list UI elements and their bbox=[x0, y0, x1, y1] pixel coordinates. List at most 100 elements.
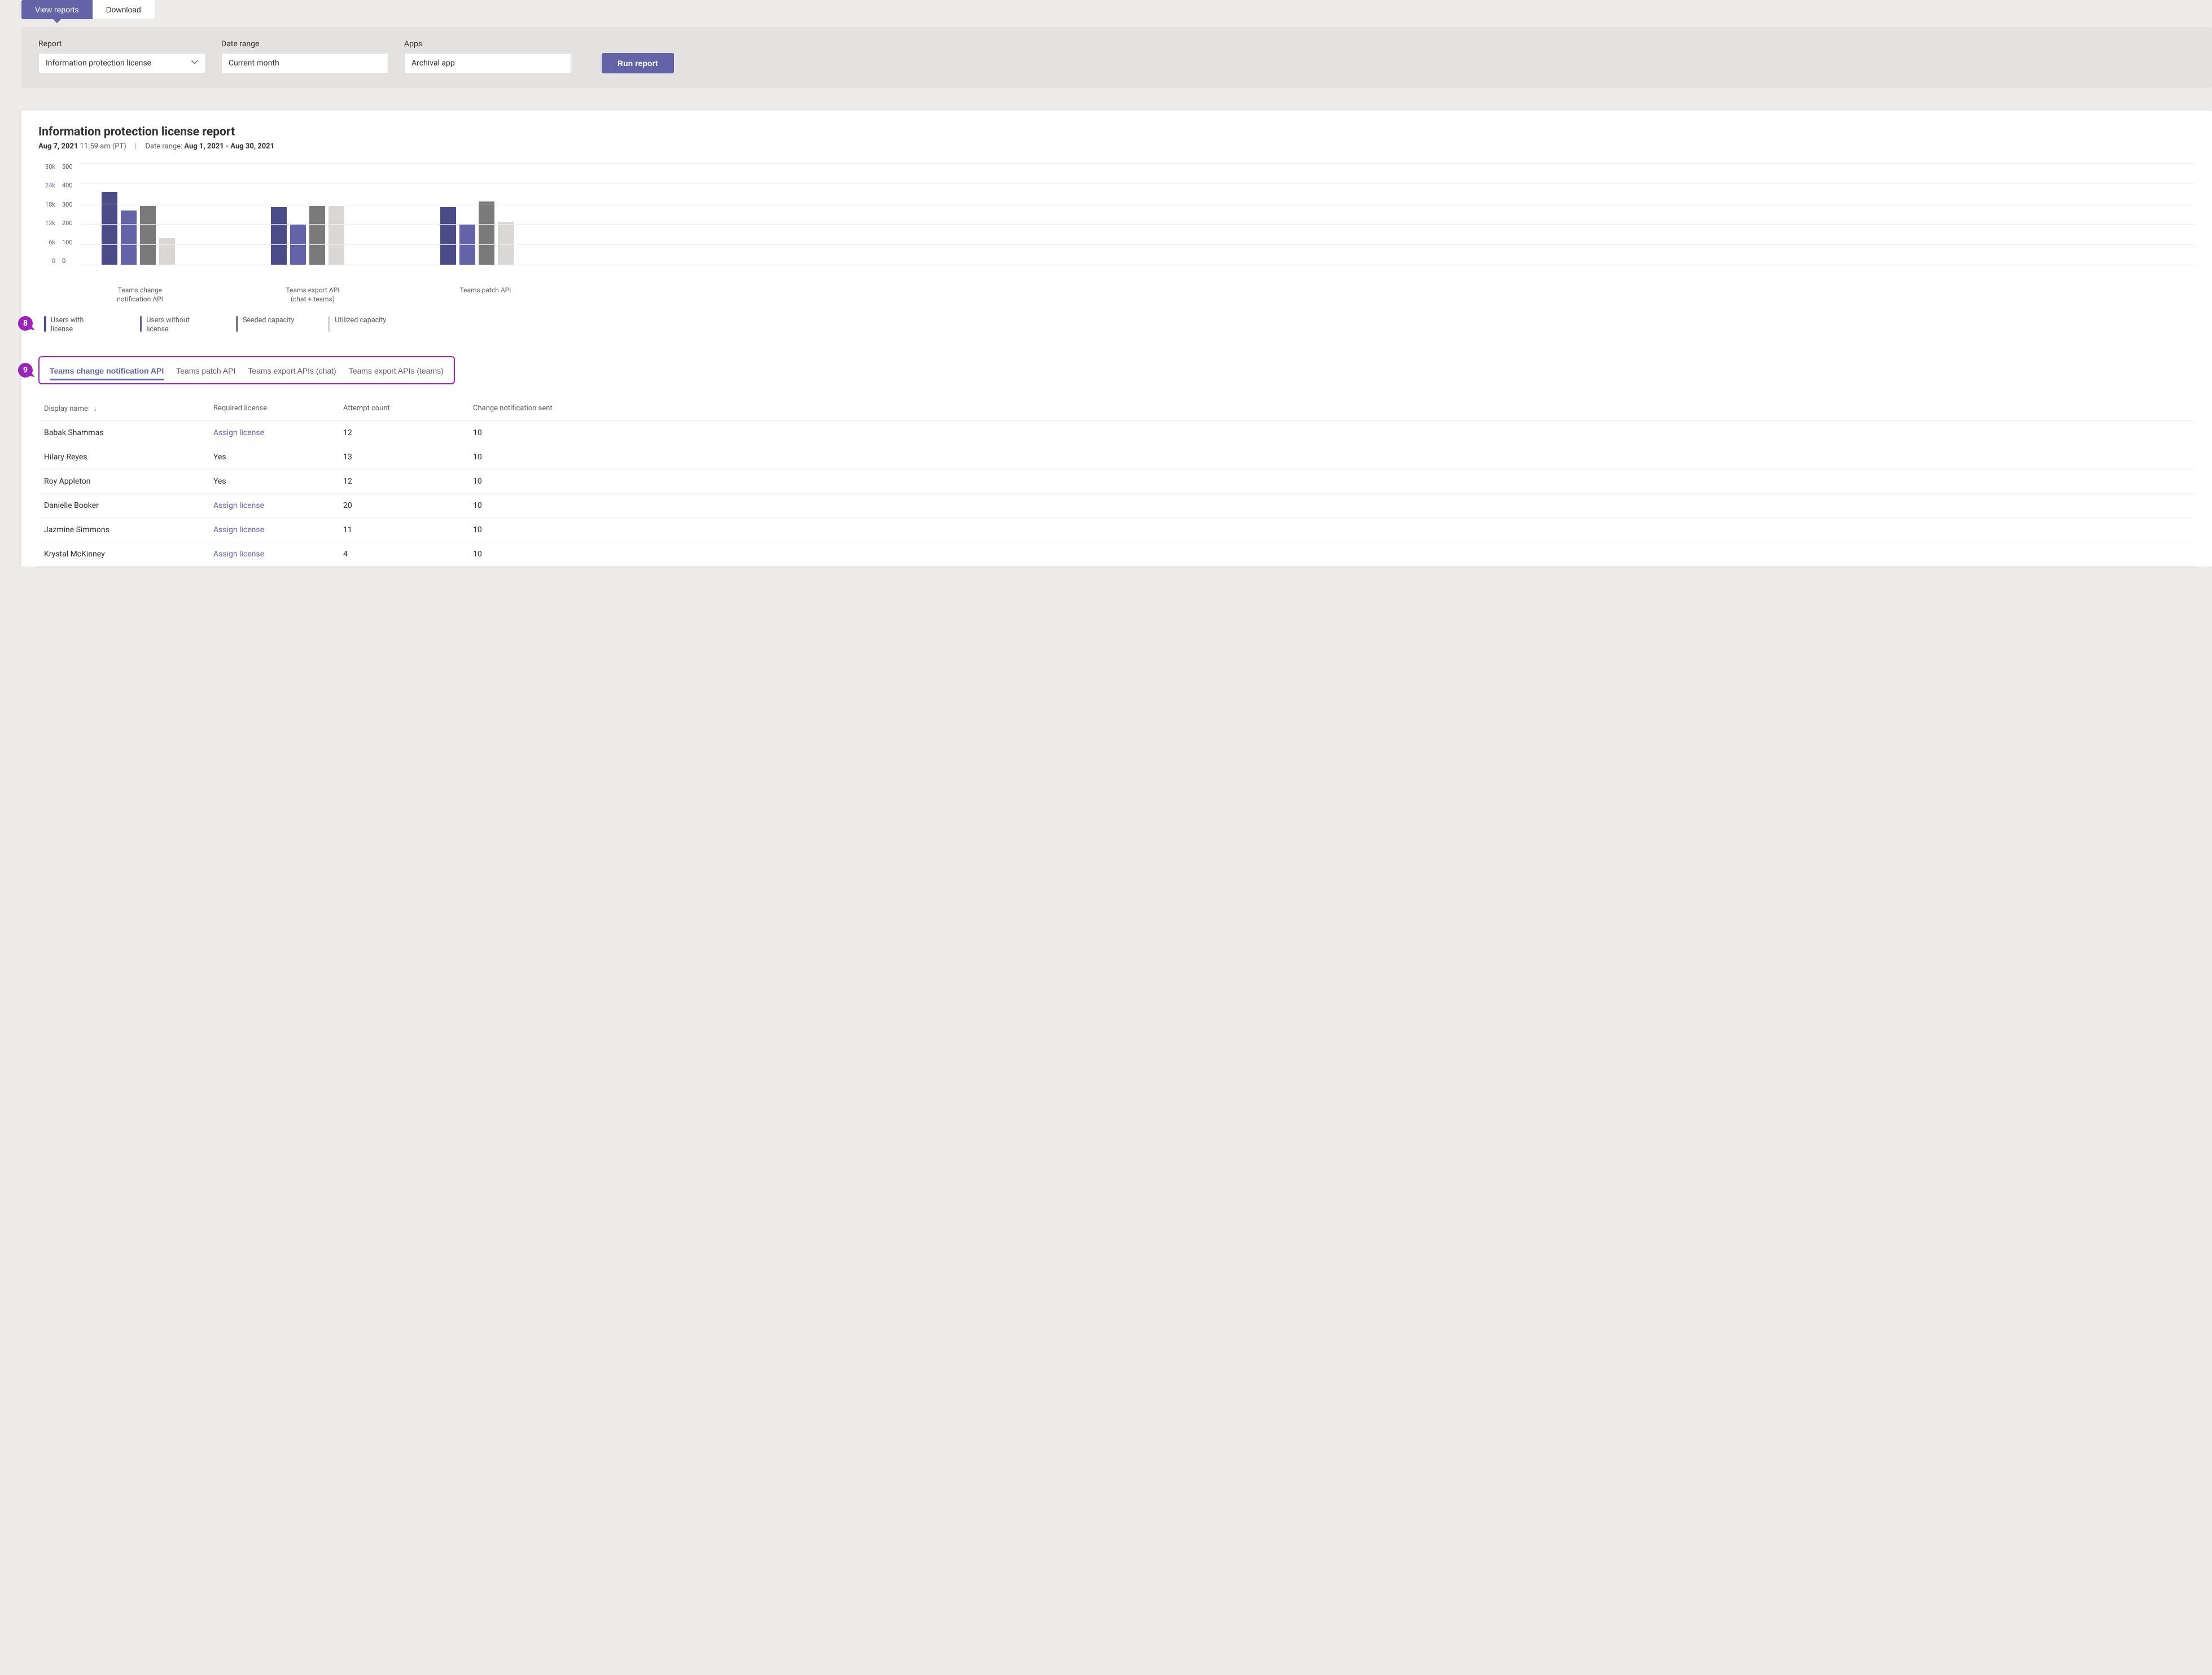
chart-category-label: Teams patch API bbox=[447, 286, 524, 304]
gridline bbox=[79, 183, 2195, 184]
date-range-label: Date range bbox=[221, 40, 388, 49]
chart-bar bbox=[271, 207, 287, 265]
legend-swatch-icon bbox=[328, 316, 330, 332]
license-data-table: Display name ↓ Required license Attempt … bbox=[38, 397, 2195, 567]
assign-license-link[interactable]: Assign license bbox=[213, 501, 343, 510]
axis-tick: 18k bbox=[38, 201, 55, 208]
api-tab[interactable]: Teams export APIs (teams) bbox=[349, 365, 444, 376]
chart-legend: 8 Users with license Users without licen… bbox=[38, 316, 2195, 335]
col-change-notification-sent[interactable]: Change notification sent bbox=[473, 404, 2189, 413]
legend-label: Seeded capacity bbox=[243, 316, 294, 332]
api-tabs: Teams change notification API Teams patch… bbox=[38, 356, 455, 384]
assign-license-link[interactable]: Assign license bbox=[213, 550, 343, 559]
assign-license-link[interactable]: Assign license bbox=[213, 428, 343, 437]
report-title: Information protection license report bbox=[38, 125, 2195, 139]
gridline bbox=[79, 244, 2195, 245]
axis-tick: 300 bbox=[62, 201, 76, 208]
table-row[interactable]: Babak ShammasAssign license1210 bbox=[38, 421, 2195, 445]
apps-select[interactable]: Archival app bbox=[404, 53, 571, 73]
col-label: Display name bbox=[44, 405, 88, 413]
chart-category-labels: Teams change notification APITeams expor… bbox=[102, 286, 2195, 304]
chart-bar-group bbox=[440, 163, 514, 265]
table-row[interactable]: Krystal McKinneyAssign license410 bbox=[38, 542, 2195, 567]
top-tab-bar: View reports Download bbox=[21, 0, 155, 19]
col-required-license[interactable]: Required license bbox=[213, 404, 343, 413]
report-select[interactable]: Information protection license bbox=[38, 53, 205, 73]
assign-license-link[interactable]: Assign license bbox=[213, 525, 343, 534]
cell-required-license: Yes bbox=[213, 477, 343, 486]
chart-bar bbox=[328, 206, 344, 265]
axis-tick: 500 bbox=[62, 163, 76, 170]
callout-badge-8: 8 bbox=[18, 316, 33, 331]
table-row[interactable]: Jazmine SimmonsAssign license1110 bbox=[38, 518, 2195, 542]
cell-attempt-count: 20 bbox=[343, 501, 473, 510]
tab-view-reports[interactable]: View reports bbox=[21, 0, 93, 19]
chart-bar bbox=[309, 206, 325, 265]
cell-attempt-count: 11 bbox=[343, 525, 473, 534]
cell-display-name: Babak Shammas bbox=[44, 428, 213, 437]
chart-grid bbox=[79, 163, 2195, 265]
axis-tick: 100 bbox=[62, 239, 76, 246]
chart-bar-group bbox=[271, 163, 344, 265]
table-header-row: Display name ↓ Required license Attempt … bbox=[38, 397, 2195, 421]
cell-attempt-count: 13 bbox=[343, 453, 473, 462]
col-attempt-count[interactable]: Attempt count bbox=[343, 404, 473, 413]
cell-change-notification-sent: 10 bbox=[473, 550, 2189, 559]
axis-tick: 0 bbox=[62, 257, 76, 265]
chevron-down-icon bbox=[191, 59, 198, 68]
apps-value: Archival app bbox=[411, 59, 455, 68]
chart-bar bbox=[440, 207, 456, 265]
axis-tick: 12k bbox=[38, 220, 55, 227]
api-tab[interactable]: Teams export APIs (chat) bbox=[248, 365, 336, 376]
api-tabs-container: 9 Teams change notification APITeams pat… bbox=[38, 356, 2195, 384]
legend-users-without-license: Users without license bbox=[140, 316, 202, 335]
date-range-prefix: Date range: bbox=[145, 142, 184, 151]
api-tab[interactable]: Teams patch API bbox=[176, 365, 235, 376]
axis-tick: 24k bbox=[38, 182, 55, 189]
api-tab[interactable]: Teams change notification API bbox=[50, 365, 164, 380]
date-range-select[interactable]: Current month bbox=[221, 53, 388, 73]
apps-label: Apps bbox=[404, 40, 571, 49]
legend-seeded-capacity: Seeded capacity bbox=[236, 316, 294, 332]
cell-required-license: Yes bbox=[213, 453, 343, 462]
legend-label: Users without license bbox=[146, 316, 202, 335]
report-select-value: Information protection license bbox=[46, 59, 151, 68]
date-range-value-text: Aug 1, 2021 - Aug 30, 2021 bbox=[184, 142, 274, 151]
cell-display-name: Danielle Booker bbox=[44, 501, 213, 510]
cell-display-name: Jazmine Simmons bbox=[44, 525, 213, 534]
legend-swatch-icon bbox=[236, 316, 238, 332]
tab-download[interactable]: Download bbox=[93, 0, 155, 19]
chart-bar bbox=[102, 192, 117, 265]
cell-attempt-count: 4 bbox=[343, 550, 473, 559]
axis-tick: 0 bbox=[38, 257, 55, 265]
report-timestamp-time: 11:59 am (PT) bbox=[78, 142, 126, 151]
cell-change-notification-sent: 10 bbox=[473, 477, 2189, 486]
report-label: Report bbox=[38, 40, 205, 49]
chart-bar-group bbox=[102, 163, 175, 265]
gridline bbox=[79, 163, 2195, 164]
legend-swatch-icon bbox=[140, 316, 142, 332]
callout-badge-9: 9 bbox=[18, 363, 33, 378]
cell-change-notification-sent: 10 bbox=[473, 525, 2189, 534]
cell-change-notification-sent: 10 bbox=[473, 501, 2189, 510]
col-display-name[interactable]: Display name ↓ bbox=[44, 404, 213, 413]
report-timestamp-date: Aug 7, 2021 bbox=[38, 142, 78, 151]
legend-label: Utilized capacity bbox=[335, 316, 386, 332]
table-row[interactable]: Danielle BookerAssign license2010 bbox=[38, 494, 2195, 518]
chart-right-axis: 5004003002001000 bbox=[59, 163, 79, 265]
chart-bar bbox=[159, 238, 175, 265]
chart-bar bbox=[479, 201, 494, 265]
cell-display-name: Roy Appleton bbox=[44, 477, 213, 486]
meta-separator: | bbox=[135, 142, 137, 151]
chart-bar bbox=[140, 206, 156, 265]
run-report-button[interactable]: Run report bbox=[602, 53, 674, 73]
axis-tick: 30k bbox=[38, 163, 55, 170]
axis-tick: 200 bbox=[62, 220, 76, 227]
table-row[interactable]: Roy AppletonYes1210 bbox=[38, 470, 2195, 494]
table-row[interactable]: Hilary ReyesYes1310 bbox=[38, 445, 2195, 470]
chart-bar bbox=[121, 211, 137, 265]
chart-category-label: Teams change notification API bbox=[102, 286, 178, 304]
chart-bar bbox=[498, 222, 514, 265]
sort-down-icon: ↓ bbox=[93, 405, 97, 413]
cell-attempt-count: 12 bbox=[343, 477, 473, 486]
